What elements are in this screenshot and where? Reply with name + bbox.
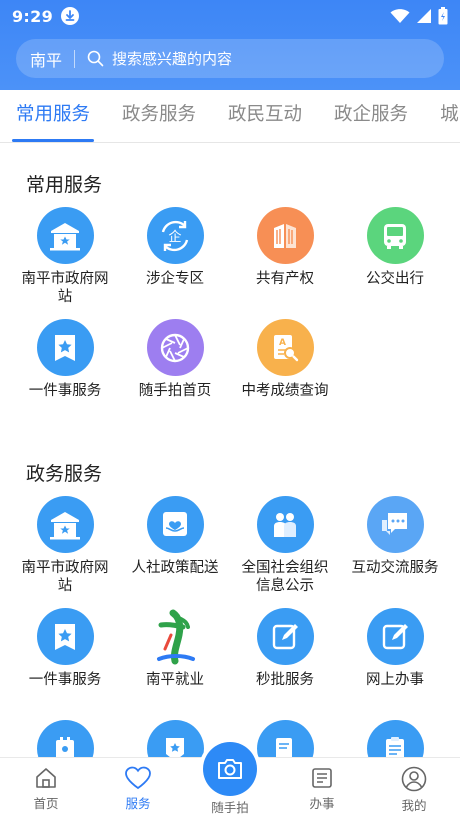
chat-icon [366,496,424,553]
service-label: 中考成绩查询 [241,383,329,399]
document-search-icon [256,720,314,757]
service-online-affairs[interactable]: 网上办事 [340,606,450,718]
service-label: 人社政策配送 [131,560,219,576]
tab-city[interactable]: 城 [424,90,460,142]
service-label: 一件事服务 [28,383,102,399]
service-label: 共有产权 [256,271,314,287]
svg-text:企: 企 [168,229,181,245]
government-building-icon [36,207,94,264]
government-building-icon [36,496,94,553]
service-label: 随手拍首页 [138,383,212,399]
signal-icon [417,9,431,23]
section-title-government: 政务服务 [26,463,103,485]
snapshot-label: 随手拍 [211,800,249,815]
section-title-common: 常用服务 [26,174,103,196]
search-icon [87,50,104,67]
service-nanping-gov-site[interactable]: 南平市政府网站 [10,494,120,606]
nav-label: 服务 [125,796,151,811]
edit-icon [366,608,424,665]
service-one-thing[interactable]: 一件事服务 [10,606,120,718]
service-enterprise-zone[interactable]: 企 涉企专区 [120,205,230,317]
service-one-thing[interactable]: 一件事服务 [10,317,120,429]
common-services-grid: 南平市政府网站 企 涉企专区 共有产权 公交出行 一件事服务 随手拍首页 A 中 [10,205,450,429]
tab-common-services[interactable]: 常用服务 [0,90,106,142]
star-bookmark-icon [36,608,94,665]
snapshot-button[interactable] [203,742,257,796]
wifi-icon [390,9,410,23]
service-interactive-exchange[interactable]: 互动交流服务 [340,494,450,606]
service-label: 互动交流服务 [351,560,439,576]
service-social-org-info[interactable]: 全国社会组织信息公示 [230,494,340,606]
search-divider [74,49,76,68]
service-nanping-gov-site[interactable]: 南平市政府网站 [10,205,120,317]
exam-search-icon: A [256,319,314,376]
service-label: 南平市政府网站 [21,271,109,305]
camera-icon [218,759,242,779]
service-nanping-employment[interactable]: 南平就业 [120,606,230,718]
search-bar[interactable]: 南平 搜索感兴趣的内容 [16,39,444,78]
service-partial-1[interactable] [10,718,120,757]
clipboard-icon [366,720,424,757]
service-label: 公交出行 [366,271,424,287]
edit-icon [256,608,314,665]
tabs-divider [0,142,460,143]
service-label: 南平市政府网站 [21,560,109,594]
tab-government-services[interactable]: 政务服务 [106,90,212,142]
nav-mine[interactable]: 我的 [368,758,460,818]
service-bus-travel[interactable]: 公交出行 [340,205,450,317]
nav-label: 办事 [309,796,335,811]
hand-heart-icon [146,496,204,553]
tab-citizen-interaction[interactable]: 政民互动 [212,90,318,142]
status-bar: 9:29 [0,0,460,32]
user-icon [401,766,427,792]
badge-icon [146,720,204,757]
service-shared-property[interactable]: 共有产权 [230,205,340,317]
aperture-icon [146,319,204,376]
service-hr-policy[interactable]: 人社政策配送 [120,494,230,606]
header: 9:29 南平 搜索感兴趣的内容 [0,0,460,90]
search-input[interactable]: 搜索感兴趣的内容 [112,48,232,69]
city-selector[interactable]: 南平 [30,47,62,71]
people-icon [256,496,314,553]
star-bookmark-icon [36,319,94,376]
heart-icon [125,766,151,790]
tab-enterprise-services[interactable]: 政企服务 [318,90,424,142]
service-label: 南平就业 [146,672,204,688]
home-icon [36,768,56,788]
nav-label: 首页 [33,796,59,811]
svg-text:A: A [279,338,286,348]
service-label: 涉企专区 [146,271,204,287]
service-snapshot-home[interactable]: 随手拍首页 [120,317,230,429]
government-services-grid: 南平市政府网站 人社政策配送 全国社会组织信息公示 互动交流服务 一件事服务 南… [10,494,450,718]
service-partial-4[interactable] [340,718,450,757]
service-label: 秒批服务 [256,672,314,688]
download-icon [61,7,79,25]
id-card-icon [36,720,94,757]
enterprise-icon: 企 [146,207,204,264]
service-instant-approval[interactable]: 秒批服务 [230,606,340,718]
bus-icon [366,207,424,264]
battery-icon [438,7,448,25]
nav-label: 我的 [401,798,427,813]
service-label: 一件事服务 [28,672,102,688]
status-time: 9:29 [12,6,53,26]
service-exam-results[interactable]: A 中考成绩查询 [230,317,340,429]
nav-home[interactable]: 首页 [0,758,92,818]
nav-services[interactable]: 服务 [92,758,184,818]
category-tabs: 常用服务 政务服务 政民互动 政企服务 城 [0,90,460,142]
document-icon [312,768,332,788]
nav-affairs[interactable]: 办事 [276,758,368,818]
nanping-employment-logo [147,608,204,665]
building-icon [256,207,314,264]
service-label: 网上办事 [366,672,424,688]
service-label: 全国社会组织信息公示 [241,560,329,594]
